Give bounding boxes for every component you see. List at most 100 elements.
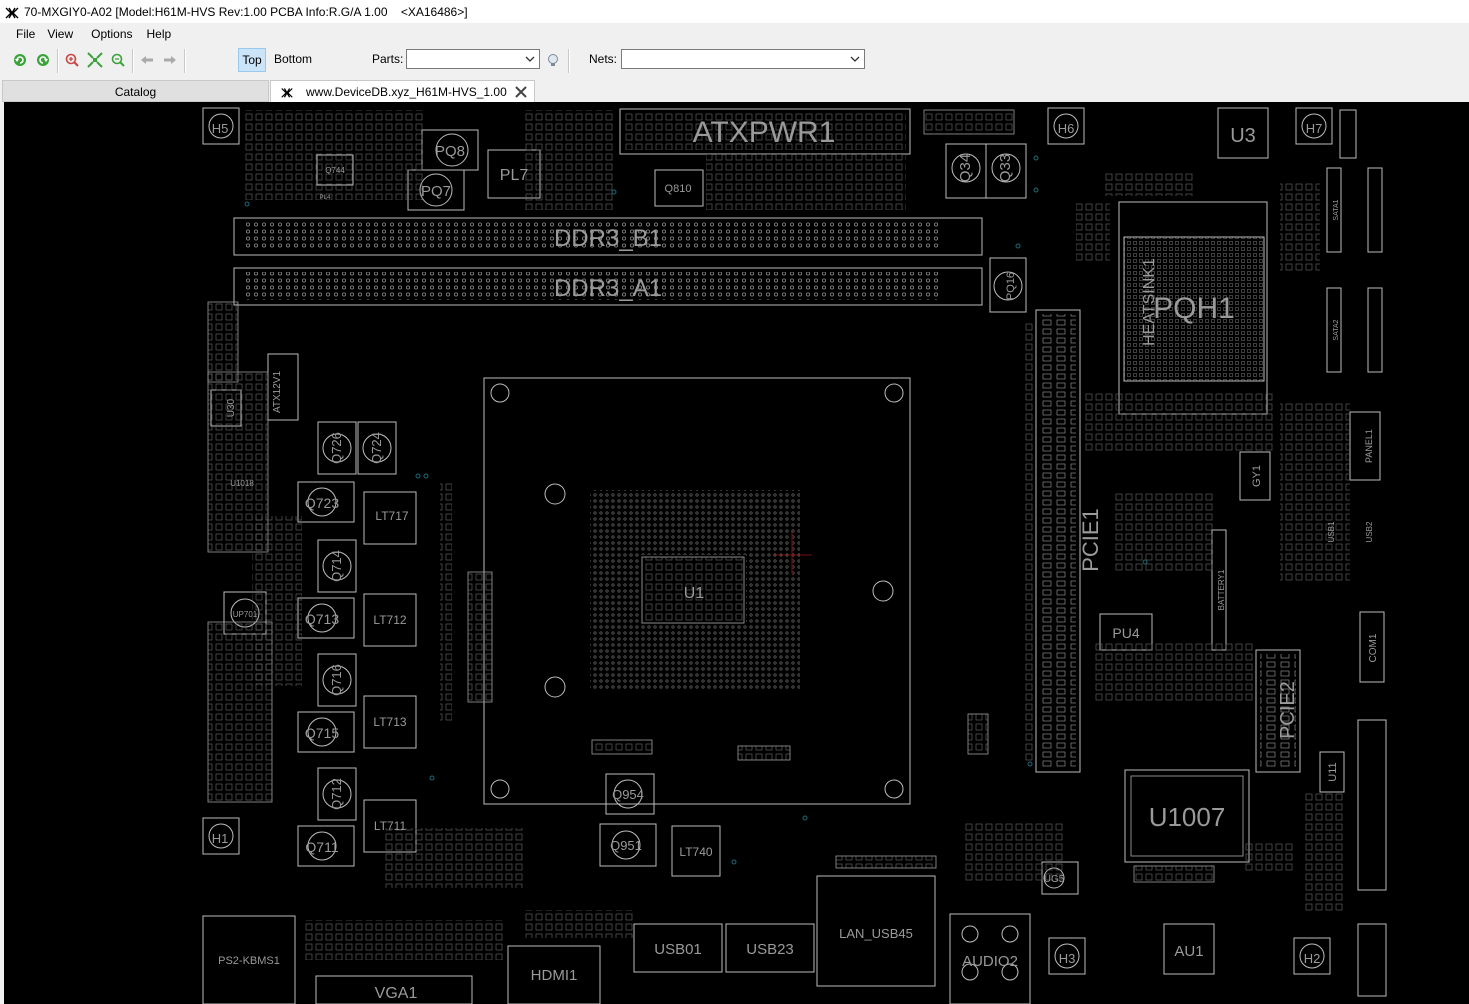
h3-label: H3 xyxy=(1059,951,1076,966)
pcie1-label: PCIE1 xyxy=(1078,508,1103,572)
usb23-label: USB23 xyxy=(746,941,794,958)
u1007-label: U1007 xyxy=(1149,802,1226,832)
q724-label: Q724 xyxy=(369,432,384,464)
vga1-label: VGA1 xyxy=(375,985,418,1002)
tab-board[interactable]: www.DeviceDB.xyz_H61M-HVS_1.00 xyxy=(270,80,535,102)
pq8-label: PQ8 xyxy=(435,143,465,160)
com1-label: COM1 xyxy=(1368,633,1379,662)
lan-usb45-label: LAN_USB45 xyxy=(839,926,913,941)
q33-label: Q33 xyxy=(997,154,1014,182)
h5-label: H5 xyxy=(212,121,229,136)
pqh1-label: PQH1 xyxy=(1153,292,1235,325)
lt713-label: LT713 xyxy=(373,715,406,729)
title-bar: 70-MXGIY0-A02 [Model:H61M-HVS Rev:1.00 P… xyxy=(0,0,1469,23)
usb1-label: USB1 xyxy=(1327,521,1336,542)
view-top-button[interactable]: Top xyxy=(238,48,266,72)
q715-label: Q715 xyxy=(305,725,339,741)
lt740-label: LT740 xyxy=(679,845,712,859)
pcie2-label: PCIE2 xyxy=(1277,681,1299,739)
parts-select[interactable] xyxy=(406,49,540,69)
sata-header-4 xyxy=(1367,287,1383,373)
nets-label: Nets: xyxy=(589,52,618,66)
au1-label: AU1 xyxy=(1174,943,1203,960)
app-icon xyxy=(5,7,19,18)
u11-label: U11 xyxy=(1327,762,1339,781)
q951-label: Q951 xyxy=(610,838,642,853)
menu-help[interactable]: Help xyxy=(141,23,180,45)
usb-header xyxy=(1357,719,1387,891)
atx12v1-label: ATX12V1 xyxy=(272,371,283,413)
u30-label: U30 xyxy=(226,398,237,417)
lightbulb-icon[interactable] xyxy=(543,49,563,71)
h6-label: H6 xyxy=(1058,121,1075,136)
usb01-label: USB01 xyxy=(654,941,702,958)
pu4-label: PU4 xyxy=(1112,625,1139,641)
q716-label: Q716 xyxy=(329,664,344,696)
u3-label: U3 xyxy=(1230,125,1256,147)
menu-bar: File View Options Help xyxy=(0,23,1469,45)
zoom-out-icon[interactable] xyxy=(108,49,128,71)
q711-label: Q711 xyxy=(305,839,338,855)
tab-catalog[interactable]: Catalog xyxy=(2,80,269,102)
lt711-label: LT711 xyxy=(374,819,407,833)
h1-label: H1 xyxy=(212,831,229,846)
pl7-label: PL7 xyxy=(500,167,529,184)
pq7-label: PQ7 xyxy=(421,183,451,200)
fit-board-icon[interactable] xyxy=(85,49,105,71)
sata2-label: SATA2 xyxy=(1333,319,1340,340)
q810-label: Q810 xyxy=(665,183,692,195)
atxpwr1-label: ATXPWR1 xyxy=(693,116,836,149)
hdmi1-label: HDMI1 xyxy=(531,967,578,984)
q723-label: Q723 xyxy=(305,495,339,511)
panel1-label: PANEL1 xyxy=(1364,429,1374,463)
audio2-label: AUDIO2 xyxy=(962,953,1018,970)
usb2-label: USB2 xyxy=(1365,521,1374,542)
sata1-label: SATA1 xyxy=(1333,199,1340,220)
pq16-label: PQ16 xyxy=(1005,272,1017,300)
close-icon[interactable] xyxy=(514,85,528,99)
board-view[interactable]: ATXPWR1 DDR3_B1 DDR3_A1 PL7 PQ8 PQ7 Q810… xyxy=(4,102,1469,1004)
q34-label: Q34 xyxy=(957,154,974,182)
tab-strip: Catalog www.DeviceDB.xyz_H61M-HVS_1.00 xyxy=(0,77,1469,102)
q714-label: Q714 xyxy=(329,550,344,582)
menu-file[interactable]: File xyxy=(0,23,43,45)
cpu-u1-label: U1 xyxy=(684,585,705,602)
chevron-down-icon xyxy=(850,56,860,62)
up701-label: UP701 xyxy=(233,610,258,619)
u1018-label: U1018 xyxy=(230,479,254,488)
q954-label: Q954 xyxy=(612,787,644,802)
lt712-label: LT712 xyxy=(373,613,406,627)
toolbar: Top Bottom Parts: Nets: xyxy=(0,45,1469,77)
front-header xyxy=(1357,923,1387,997)
heatsink1-label: HEATSINK1 xyxy=(1141,258,1158,346)
sata-header-2 xyxy=(1367,167,1383,253)
board-icon xyxy=(281,88,293,98)
nets-select[interactable] xyxy=(621,49,865,69)
rotate-left-icon[interactable] xyxy=(10,49,30,71)
pl4-label: PL4 xyxy=(320,195,331,201)
ug5-label: UG5 xyxy=(1044,874,1065,885)
ddr3-b1-label: DDR3_B1 xyxy=(554,225,662,252)
tab-board-label: www.DeviceDB.xyz_H61M-HVS_1.00 xyxy=(306,85,507,99)
chevron-down-icon xyxy=(525,56,535,62)
window-title: 70-MXGIY0-A02 [Model:H61M-HVS Rev:1.00 P… xyxy=(24,4,468,19)
zoom-in-icon[interactable] xyxy=(62,49,82,71)
battery1-label: BATTERY1 xyxy=(1217,569,1226,610)
menu-options[interactable]: Options xyxy=(81,23,140,45)
view-bottom-button[interactable]: Bottom xyxy=(270,48,316,70)
h7-label: H7 xyxy=(1306,121,1323,136)
menu-view[interactable]: View xyxy=(43,23,81,45)
back-arrow-icon[interactable] xyxy=(137,49,157,71)
parts-label: Parts: xyxy=(372,52,404,66)
rotate-right-icon[interactable] xyxy=(33,49,53,71)
q726-label: Q726 xyxy=(329,432,344,464)
lt717-label: LT717 xyxy=(375,509,408,523)
gy1-label: GY1 xyxy=(1251,465,1263,487)
q744-label: Q744 xyxy=(325,166,345,175)
ps2-kbms1-label: PS2-KBMS1 xyxy=(218,955,280,967)
forward-arrow-icon[interactable] xyxy=(160,49,180,71)
ddr3-a1-label: DDR3_A1 xyxy=(554,275,662,302)
h2-label: H2 xyxy=(1304,951,1321,966)
board-canvas[interactable]: ATXPWR1 DDR3_B1 DDR3_A1 PL7 PQ8 PQ7 Q810… xyxy=(4,102,1469,1004)
q712-label: Q712 xyxy=(329,778,344,810)
